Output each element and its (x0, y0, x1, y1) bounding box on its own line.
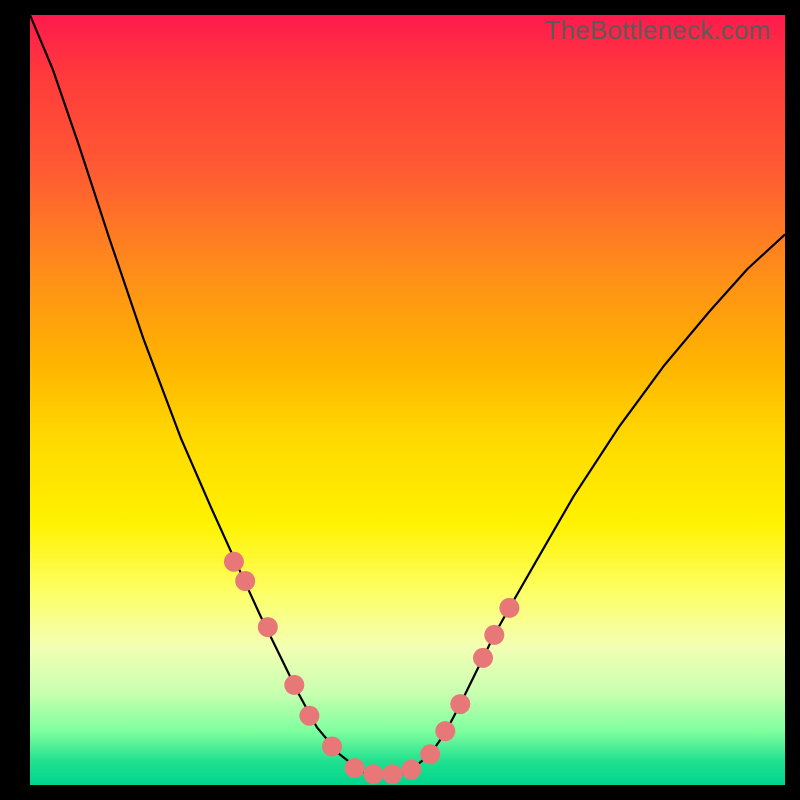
marker-dot (224, 552, 244, 572)
marker-dot (299, 706, 319, 726)
marker-dot (382, 764, 402, 784)
marker-dot (258, 617, 278, 637)
marker-dot (345, 758, 365, 778)
marker-dot (435, 721, 455, 741)
marker-dot (284, 675, 304, 695)
chart-stage: TheBottleneck.com (0, 0, 800, 800)
marker-dot (364, 764, 384, 784)
marker-dot (484, 625, 504, 645)
plot-area: TheBottleneck.com (30, 15, 785, 785)
marker-dot (450, 694, 470, 714)
marker-dot (322, 737, 342, 757)
marker-dot (420, 744, 440, 764)
marker-dot (473, 648, 493, 668)
marker-dot (235, 571, 255, 591)
marker-dot-group (224, 552, 520, 785)
bottleneck-curve (30, 15, 785, 776)
curve-svg (30, 15, 785, 785)
marker-dot (401, 760, 421, 780)
marker-dot (499, 598, 519, 618)
